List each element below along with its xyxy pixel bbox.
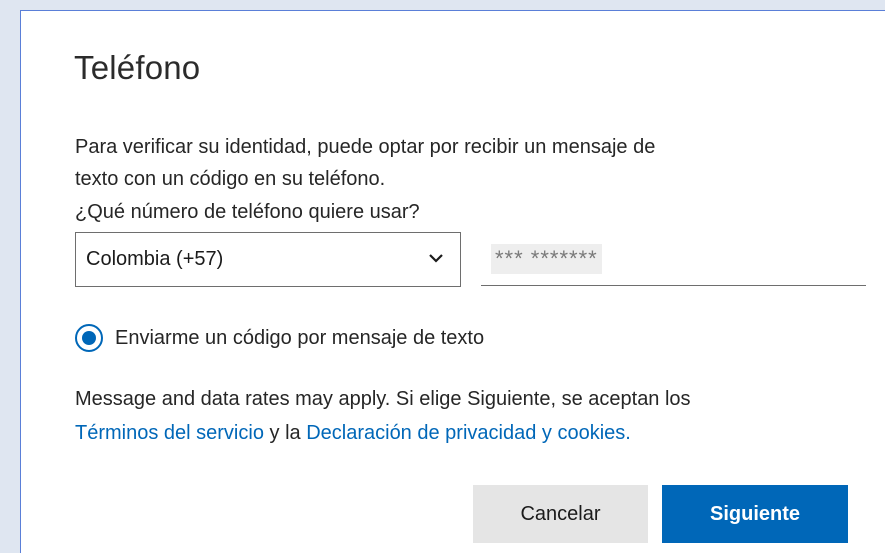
country-code-select[interactable]: Colombia (+57) bbox=[75, 232, 461, 287]
privacy-link[interactable]: Declaración de privacidad y cookies. bbox=[306, 422, 631, 444]
sms-option[interactable]: Enviarme un código por mensaje de texto bbox=[75, 324, 484, 352]
next-button[interactable]: Siguiente bbox=[662, 485, 848, 543]
description-line-2: texto con un código en su teléfono. bbox=[75, 168, 386, 190]
rates-text: Message and data rates may apply. Si eli… bbox=[75, 388, 691, 410]
description-line-1: Para verificar su identidad, puede optar… bbox=[75, 136, 656, 158]
legal-links-line: Términos del servicio y la Declaración d… bbox=[75, 416, 875, 450]
radio-selected-icon[interactable] bbox=[75, 324, 103, 352]
rates-disclaimer: Message and data rates may apply. Si eli… bbox=[75, 382, 875, 450]
phone-number-input[interactable]: *** ******* bbox=[481, 238, 866, 286]
chevron-down-icon bbox=[429, 254, 443, 263]
and-text: y la bbox=[269, 422, 307, 444]
description-text: Para verificar su identidad, puede optar… bbox=[75, 131, 855, 195]
terms-link[interactable]: Términos del servicio bbox=[75, 422, 264, 444]
phone-verification-dialog: Teléfono Para verificar su identidad, pu… bbox=[20, 10, 885, 553]
phone-number-value: *** ******* bbox=[491, 244, 602, 274]
phone-question-label: ¿Qué número de teléfono quiere usar? bbox=[75, 201, 420, 223]
country-code-value: Colombia (+57) bbox=[86, 248, 224, 270]
cancel-button[interactable]: Cancelar bbox=[473, 485, 648, 543]
radio-dot bbox=[82, 331, 96, 345]
dialog-title: Teléfono bbox=[74, 49, 201, 86]
sms-option-label: Enviarme un código por mensaje de texto bbox=[115, 326, 485, 349]
